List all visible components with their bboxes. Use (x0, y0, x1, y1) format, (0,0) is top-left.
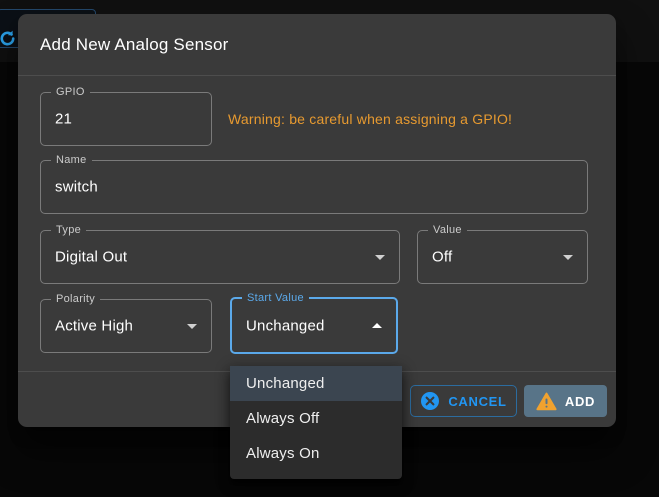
gpio-value: 21 (55, 111, 72, 128)
dialog-header: Add New Analog Sensor (18, 14, 616, 76)
start-value-select[interactable]: Start Value Unchanged (230, 297, 398, 354)
type-value: Digital Out (55, 249, 127, 266)
chevron-down-icon (375, 255, 385, 260)
gpio-label: GPIO (51, 86, 90, 98)
type-label: Type (51, 224, 86, 236)
cancel-icon (420, 391, 440, 411)
gpio-warning-text: Warning: be careful when assigning a GPI… (228, 92, 512, 146)
chevron-down-icon (187, 324, 197, 329)
cancel-button[interactable]: CANCEL (410, 385, 517, 417)
start-value-label: Start Value (242, 292, 309, 304)
gpio-field[interactable]: GPIO 21 (40, 92, 212, 146)
add-button[interactable]: ADD (524, 385, 607, 417)
polarity-label: Polarity (51, 293, 100, 305)
chevron-down-icon (563, 255, 573, 260)
value-value: Off (432, 249, 452, 266)
refresh-icon (0, 29, 17, 53)
chevron-up-icon (372, 323, 382, 328)
polarity-select[interactable]: Polarity Active High (40, 299, 212, 353)
cancel-button-label: CANCEL (448, 394, 506, 409)
name-label: Name (51, 154, 92, 166)
menu-item-always-on[interactable]: Always On (230, 436, 402, 471)
start-value-value: Unchanged (246, 317, 325, 334)
start-value-dropdown-menu: Unchanged Always Off Always On (230, 366, 402, 479)
type-select[interactable]: Type Digital Out (40, 230, 400, 284)
name-field[interactable]: Name switch (40, 160, 588, 214)
add-button-label: ADD (565, 394, 595, 409)
menu-item-always-off[interactable]: Always Off (230, 401, 402, 436)
menu-item-unchanged[interactable]: Unchanged (230, 366, 402, 401)
value-select[interactable]: Value Off (417, 230, 588, 284)
warning-triangle-icon (536, 392, 557, 411)
polarity-value: Active High (55, 318, 133, 335)
dialog-title: Add New Analog Sensor (40, 14, 229, 76)
value-label: Value (428, 224, 467, 236)
name-value: switch (55, 179, 98, 196)
